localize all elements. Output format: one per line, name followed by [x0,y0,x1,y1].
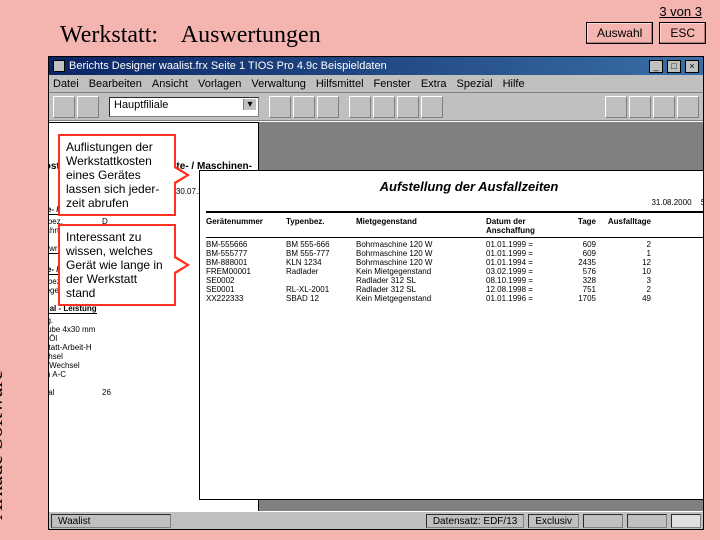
toolbar-button[interactable] [605,96,627,118]
status-blank [583,514,623,528]
menu-verwaltung[interactable]: Verwaltung [251,78,305,90]
report2-title: Aufstellung der Ausfallzeiten [206,179,703,194]
status-left: Waalist [51,514,171,528]
close-button[interactable]: × [685,60,699,73]
table-row: BM-888001KLN 1234Bohrmaschine 120 W01.01… [206,258,703,267]
auswahl-button[interactable]: Auswahl [586,22,653,44]
menu-ansicht[interactable]: Ansicht [152,78,188,90]
status-right: Exclusiv [528,514,579,528]
toolbar-button[interactable] [77,96,99,118]
table-row: FREM00001RadladerKein Mietgegenstand03.0… [206,267,703,276]
menu-fenster[interactable]: Fenster [374,78,411,90]
table-row: BM-555666BM 555-666Bohrmaschine 120 W01.… [206,240,703,249]
page-counter: 3 von 3 [659,4,702,19]
brand-label: Arkade Software [0,370,8,520]
toolbar: Hauptfiliale [49,93,703,121]
status-indicator [671,514,701,528]
toolbar-button[interactable] [53,96,75,118]
report2-header-row: Gerätenummer Typenbez. Mietgegenstand Da… [206,217,703,235]
table-row: BM-555777BM 555-777Bohrmaschine 120 W01.… [206,249,703,258]
table-row: SE0001RL-XL-2001Radlader 312 SL12.08.199… [206,285,703,294]
page-title: Werkstatt: Auswertungen [60,22,321,49]
menu-vorlagen[interactable]: Vorlagen [198,78,241,90]
title-prefix: Werkstatt: [60,22,158,48]
maximize-button[interactable]: □ [667,60,681,73]
toolbar-button[interactable] [397,96,419,118]
menu-extra[interactable]: Extra [421,78,447,90]
toolbar-button[interactable] [677,96,699,118]
menu-hilfe[interactable]: Hilfe [503,78,525,90]
toolbar-button[interactable] [629,96,651,118]
toolbar-button[interactable] [653,96,675,118]
table-row: XX222333SBAD 12Kein Mietgegenstand01.01.… [206,294,703,303]
menu-hilfsmittel[interactable]: Hilfsmittel [316,78,364,90]
toolbar-button[interactable] [373,96,395,118]
menu-datei[interactable]: Datei [53,78,79,90]
toolbar-button[interactable] [349,96,371,118]
menu-spezial[interactable]: Spezial [457,78,493,90]
toolbar-button[interactable] [421,96,443,118]
toolbar-button[interactable] [317,96,339,118]
system-menu-icon[interactable] [53,60,65,72]
toolbar-button[interactable] [293,96,315,118]
minimize-button[interactable]: _ [649,60,663,73]
report2-pagelabel: Seite [700,198,703,207]
status-mid: Datensatz: EDF/13 [426,514,524,528]
menu-bearbeiten[interactable]: Bearbeiten [89,78,142,90]
titlebar: Berichts Designer waalist.frx Seite 1 TI… [49,57,703,75]
titlebar-text: Berichts Designer waalist.frx Seite 1 TI… [69,60,645,72]
title-main: Auswertungen [181,22,321,48]
callout-downtime: Interessant zu wissen, welches Gerät wie… [58,224,176,306]
branch-combo[interactable]: Hauptfiliale [109,97,259,117]
menubar: Datei Bearbeiten Ansicht Vorlagen Verwal… [49,75,703,93]
toolbar-button[interactable] [269,96,291,118]
callout-costs: Auflistungen der Werkstattkosten eines G… [58,134,176,216]
esc-button[interactable]: ESC [659,22,706,44]
statusbar: Waalist Datensatz: EDF/13 Exclusiv [49,511,703,529]
report-downtime-sheet: Aufstellung der Ausfallzeiten 31.08.2000… [199,170,703,500]
report2-date: 31.08.2000 [651,198,691,207]
table-row: SE0002Radlader 312 SL08.10.1999 =3283 [206,276,703,285]
status-blank [627,514,667,528]
